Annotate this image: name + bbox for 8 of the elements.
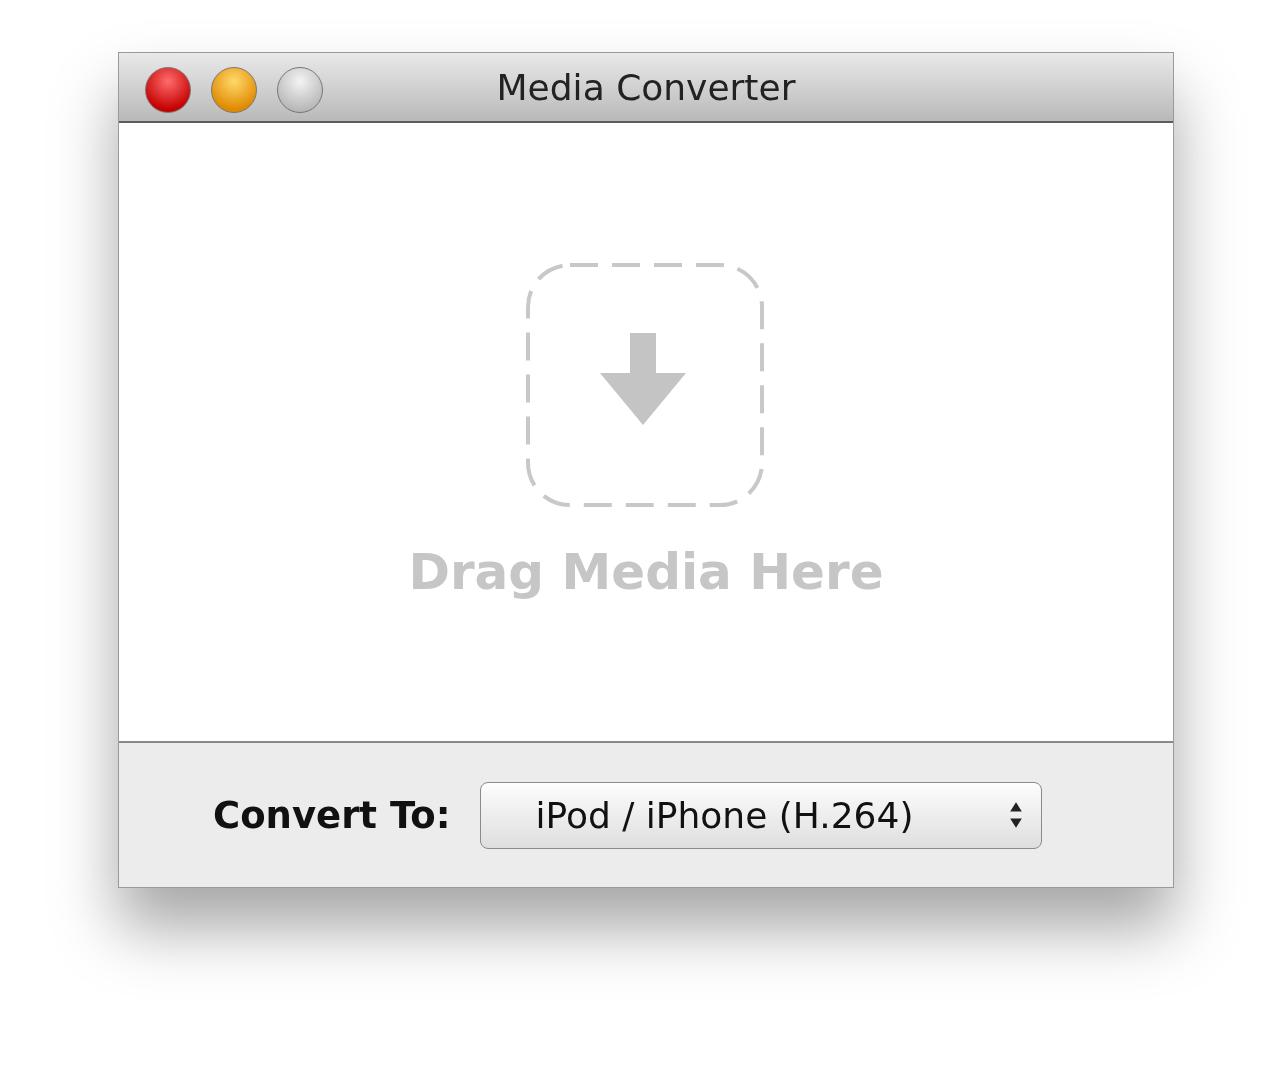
format-dropdown[interactable]: iPod / iPhone (H.264)	[480, 781, 1043, 849]
drop-hint: Drag Media Here	[408, 543, 884, 601]
minimize-button[interactable]	[211, 67, 257, 113]
stepper-arrows-icon	[1009, 801, 1024, 829]
drop-zone-icon	[526, 263, 766, 509]
convert-label: Convert To:	[213, 793, 451, 837]
window-title: Media Converter	[496, 66, 796, 108]
close-button[interactable]	[145, 67, 191, 113]
